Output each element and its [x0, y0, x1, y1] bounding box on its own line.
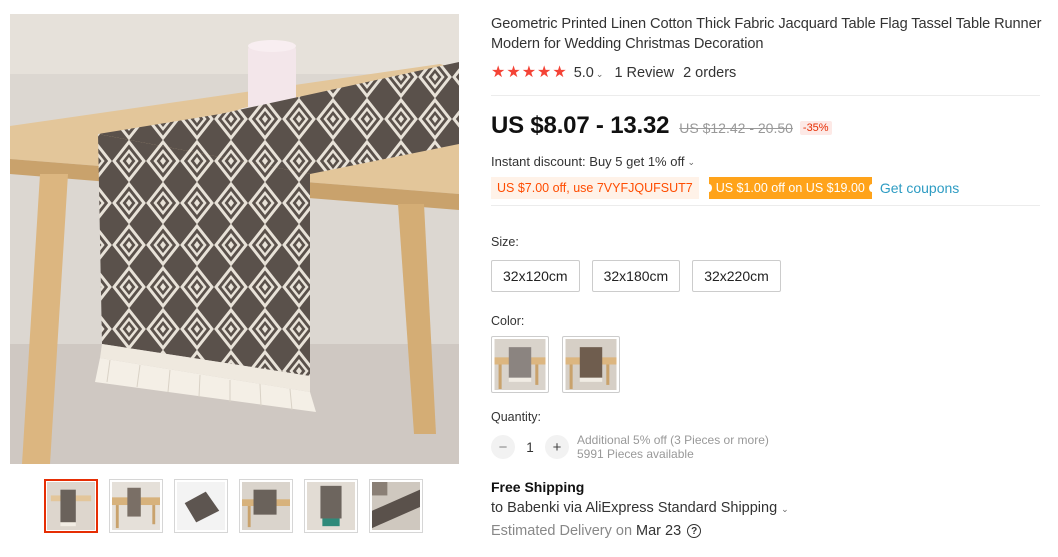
thumbnail-4[interactable] — [239, 479, 293, 533]
star-rating: ★ ★ ★ ★ ★ — [491, 65, 567, 81]
star-icon: ★ — [506, 64, 521, 81]
thumbnail-image — [307, 482, 355, 530]
thumbnail-5[interactable] — [304, 479, 358, 533]
color-option-2[interactable] — [562, 336, 620, 393]
thumbnail-image — [177, 482, 225, 530]
question-circle-icon[interactable]: ? — [687, 524, 702, 538]
product-main-image[interactable] — [10, 14, 459, 464]
star-icon: ★ — [537, 64, 552, 81]
star-icon: ★ — [552, 64, 567, 81]
color-swatch-image — [565, 339, 617, 390]
chevron-down-icon: ⌄ — [687, 157, 695, 167]
shipping-method-text: to Babenki via AliExpress Standard Shipp… — [491, 500, 778, 516]
divider — [491, 205, 1040, 206]
size-options: 32x120cm 32x180cm 32x220cm — [491, 260, 1043, 292]
product-title: Geometric Printed Linen Cotton Thick Fab… — [491, 16, 1042, 52]
bulk-discount-text: Additional 5% off (3 Pieces or more) — [577, 433, 769, 447]
shipping-title: Free Shipping — [491, 479, 585, 495]
size-option-32x180[interactable]: 32x180cm — [591, 260, 681, 292]
coupon-row: US $7.00 off, use 7VYFJQUFSUT7 US $1.00 … — [491, 177, 1043, 199]
color-label: Color: — [491, 314, 525, 328]
table-runner-photo — [10, 14, 459, 464]
code-coupon[interactable]: US $7.00 off, use 7VYFJQUFSUT7 — [491, 177, 699, 199]
thumbnail-image — [47, 482, 95, 530]
delivery-label: Estimated Delivery on — [491, 523, 633, 539]
quantity-value[interactable]: 1 — [515, 440, 545, 455]
plus-icon[interactable]: + — [545, 435, 569, 459]
thumbnail-image — [242, 482, 290, 530]
star-icon: ★ — [491, 64, 506, 81]
store-coupon[interactable]: US $1.00 off on US $19.00 — [705, 177, 876, 199]
quantity-label: Quantity: — [491, 410, 542, 424]
thumbnail-image — [112, 482, 160, 530]
thumbnail-2[interactable] — [109, 479, 163, 533]
reviews-link[interactable]: 1 Review — [614, 65, 674, 81]
price-row: US $8.07 - 13.32 US $12.42 - 20.50 -35% — [491, 112, 1043, 140]
shipping-method[interactable]: to Babenki via AliExpress Standard Shipp… — [491, 500, 1043, 516]
color-option-1[interactable] — [491, 336, 549, 393]
original-price: US $12.42 - 20.50 — [679, 120, 793, 136]
thumbnail-3[interactable] — [174, 479, 228, 533]
estimated-delivery: Estimated Delivery on Mar 23 ? — [491, 523, 1043, 539]
thumbnail-strip — [44, 479, 423, 533]
stock-available-text: 5991 Pieces available — [577, 447, 694, 461]
orders-count: 2 orders — [683, 65, 737, 81]
color-options — [491, 336, 1043, 393]
chevron-down-icon[interactable]: ⌄ — [596, 69, 604, 80]
rating-row: ★ ★ ★ ★ ★ 5.0 ⌄ 1 Review 2 orders — [491, 63, 1043, 83]
thumbnail-image — [372, 482, 420, 530]
thumbnail-1[interactable] — [44, 479, 98, 533]
quantity-stepper: − 1 + Additional 5% off (3 Pieces or mor… — [491, 433, 1043, 461]
rating-value[interactable]: 5.0 — [574, 65, 594, 81]
star-icon: ★ — [521, 64, 537, 81]
quantity-note: Additional 5% off (3 Pieces or more) 599… — [577, 433, 769, 461]
instant-discount[interactable]: Instant discount: Buy 5 get 1% off ⌄ — [491, 154, 1043, 169]
chevron-down-icon: ⌄ — [781, 503, 789, 514]
divider — [491, 95, 1040, 96]
product-info: Geometric Printed Linen Cotton Thick Fab… — [491, 14, 1043, 539]
discount-badge: -35% — [799, 121, 832, 135]
size-option-32x120[interactable]: 32x120cm — [491, 260, 580, 292]
get-coupons-link[interactable]: Get coupons — [880, 180, 959, 196]
instant-discount-text: Instant discount: Buy 5 get 1% off — [491, 154, 685, 169]
size-option-32x220[interactable]: 32x220cm — [692, 260, 781, 292]
size-label: Size: — [491, 235, 519, 249]
thumbnail-6[interactable] — [369, 479, 423, 533]
delivery-date: Mar 23 — [636, 523, 682, 539]
current-price: US $8.07 - 13.32 — [491, 112, 670, 139]
minus-icon[interactable]: − — [491, 435, 515, 459]
color-swatch-image — [494, 339, 546, 390]
